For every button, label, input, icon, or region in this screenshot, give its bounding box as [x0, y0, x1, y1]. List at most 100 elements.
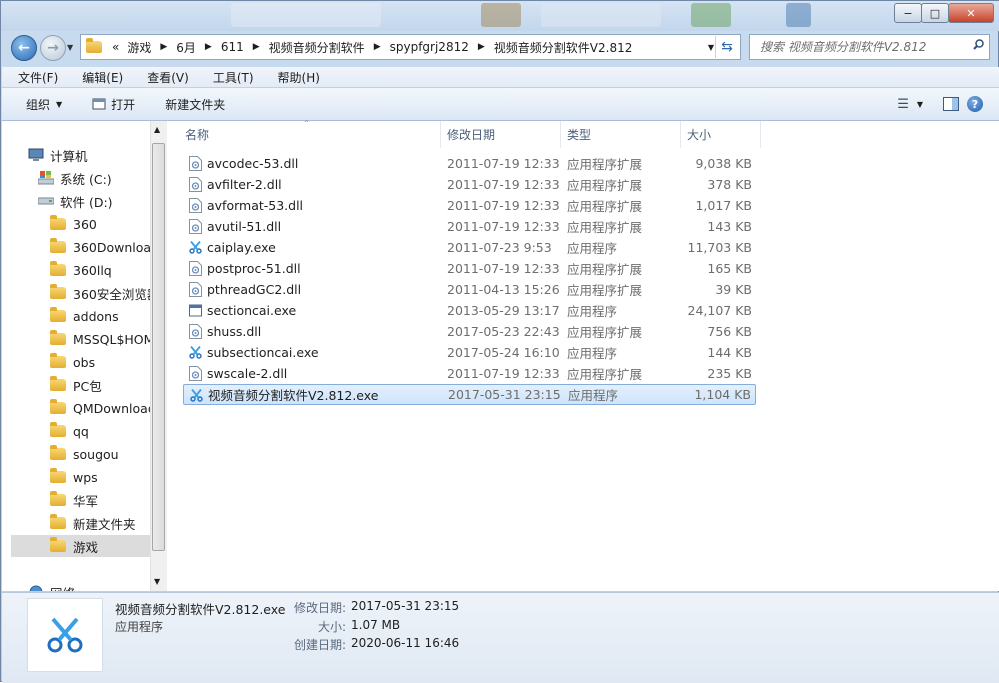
breadcrumb-item[interactable]: 视频音频分割软件: [265, 39, 369, 56]
file-row[interactable]: sectioncai.exe 2013-05-29 13:17 应用程序 24,107…: [183, 300, 756, 321]
address-history-dropdown[interactable]: ▼: [708, 43, 714, 52]
minimize-button[interactable]: −: [894, 3, 922, 23]
scissors-icon: [190, 388, 203, 402]
file-row[interactable]: avcodec-53.dll 2011-07-19 12:33 应用程序扩展 9,03…: [183, 153, 756, 174]
command-bar: 组织 ▼ 打开 新建文件夹 ☰ ▼ ?: [2, 88, 999, 121]
breadcrumb-separator-icon[interactable]: ▶: [155, 42, 172, 52]
tree-item-drive-c[interactable]: 系统 (C:): [38, 167, 112, 189]
file-modified-date: 2017-05-24 16:10: [447, 345, 560, 360]
tree-item-folder[interactable]: PC包: [50, 374, 102, 396]
breadcrumb-separator-icon[interactable]: ▶: [369, 42, 386, 52]
file-size: 235 KB: [707, 366, 752, 381]
maximize-button[interactable]: □: [921, 3, 949, 23]
file-row[interactable]: 视频音频分割软件V2.812.exe 2017-05-31 23:15 应用程序 1,…: [183, 384, 756, 405]
tree-label: 新建文件夹: [73, 516, 136, 532]
tree-item-folder[interactable]: obs: [50, 351, 95, 373]
tree-label: QMDownload: [73, 400, 156, 416]
details-modified-value: 2017-05-31 23:15: [351, 599, 460, 613]
tree-item-computer[interactable]: 计算机: [28, 144, 88, 166]
help-button[interactable]: ?: [967, 96, 983, 112]
scrollbar-thumb[interactable]: [152, 143, 165, 551]
search-icon[interactable]: [973, 39, 984, 50]
tree-item-folder[interactable]: 360安全浏览器: [50, 282, 159, 304]
scroll-up-icon[interactable]: ▲: [154, 125, 160, 134]
tree-item-folder[interactable]: 360: [50, 213, 97, 235]
chevron-down-icon: ▼: [56, 99, 63, 109]
tree-item-folder[interactable]: addons: [50, 305, 119, 327]
scroll-down-icon[interactable]: ▼: [154, 577, 160, 586]
breadcrumb-overflow[interactable]: «: [108, 40, 123, 54]
close-button[interactable]: ✕: [948, 3, 994, 23]
breadcrumb-item[interactable]: 游戏: [123, 39, 155, 56]
menu-file[interactable]: 文件(F): [2, 69, 66, 86]
open-button[interactable]: 打开: [74, 96, 147, 113]
menu-view[interactable]: 查看(V): [131, 69, 197, 86]
refresh-button[interactable]: ⇆: [715, 36, 738, 58]
file-type: 应用程序: [567, 241, 618, 256]
breadcrumb-separator-icon[interactable]: ▶: [200, 42, 217, 52]
folder-icon: [50, 422, 66, 437]
chevron-down-icon[interactable]: ▼: [917, 100, 923, 109]
folder-icon: [50, 376, 66, 391]
navigation-row: ← → ▼ « 游戏 ▶ 6月 ▶ 611 ▶ 视频音频分割软件 ▶ spypf…: [1, 31, 999, 65]
file-size: 378 KB: [707, 177, 752, 192]
tree-item-folder[interactable]: QMDownload: [50, 397, 156, 419]
file-row[interactable]: caiplay.exe 2011-07-23 9:53 应用程序 11,703 KB: [183, 237, 756, 258]
file-size: 144 KB: [707, 345, 752, 360]
dll-icon: [189, 324, 202, 339]
column-header-date[interactable]: 修改日期: [441, 121, 561, 148]
breadcrumb-separator-icon[interactable]: ▶: [473, 42, 490, 52]
preview-pane-icon[interactable]: [943, 97, 959, 111]
tree-item-folder[interactable]: 新建文件夹: [50, 512, 136, 534]
tree-item-network[interactable]: 网络: [28, 581, 75, 591]
new-folder-button[interactable]: 新建文件夹: [147, 96, 237, 113]
file-size: 165 KB: [707, 261, 752, 276]
tree-item-folder[interactable]: 360llq: [50, 259, 112, 281]
tree-item-folder[interactable]: sougou: [50, 443, 119, 465]
title-bar[interactable]: − □ ✕: [1, 1, 999, 31]
file-type: 应用程序扩展: [567, 220, 643, 235]
organize-button[interactable]: 组织 ▼: [2, 96, 74, 113]
recent-pages-dropdown[interactable]: ▼: [67, 43, 73, 52]
breadcrumb-item[interactable]: 611: [217, 40, 248, 54]
menu-edit[interactable]: 编辑(E): [66, 69, 131, 86]
file-row[interactable]: shuss.dll 2017-05-23 22:43 应用程序扩展 756 KB: [183, 321, 756, 342]
search-input[interactable]: [758, 39, 967, 55]
column-header-size[interactable]: 大小: [681, 121, 761, 148]
tree-item-folder[interactable]: MSSQL$HOM: [50, 328, 154, 350]
back-button[interactable]: ←: [11, 35, 37, 61]
folder-icon: [50, 238, 66, 253]
menu-help[interactable]: 帮助(H): [262, 69, 328, 86]
tree-item-folder[interactable]: 华军: [50, 489, 98, 511]
menu-tools[interactable]: 工具(T): [197, 69, 262, 86]
navigation-scrollbar[interactable]: ▲ ▼: [150, 121, 167, 591]
file-row[interactable]: avfilter-2.dll 2011-07-19 12:33 应用程序扩展 378 …: [183, 174, 756, 195]
tree-item-folder[interactable]: qq: [50, 420, 89, 442]
folder-icon: [50, 261, 66, 276]
column-header-type[interactable]: 类型: [561, 121, 681, 148]
breadcrumb-separator-icon[interactable]: ▶: [248, 42, 265, 52]
file-name: caiplay.exe: [207, 240, 276, 255]
tree-item-drive-d[interactable]: 软件 (D:): [38, 190, 113, 212]
tree-item-folder-selected[interactable]: 游戏: [11, 535, 151, 557]
breadcrumb-item[interactable]: 6月: [172, 39, 200, 56]
tree-item-folder[interactable]: wps: [50, 466, 98, 488]
file-row[interactable]: avformat-53.dll 2011-07-19 12:33 应用程序扩展 1,0…: [183, 195, 756, 216]
dll-icon: [189, 177, 202, 192]
column-header-label: 大小: [687, 128, 712, 142]
breadcrumb-item[interactable]: 视频音频分割软件V2.812: [490, 39, 637, 56]
column-header-name[interactable]: 名称 ⌃: [179, 119, 441, 148]
file-row[interactable]: subsectioncai.exe 2017-05-24 16:10 应用程序 144…: [183, 342, 756, 363]
view-options-icon[interactable]: ☰: [897, 97, 909, 112]
file-row[interactable]: swscale-2.dll 2011-07-19 12:33 应用程序扩展 235 K…: [183, 363, 756, 384]
forward-button[interactable]: →: [40, 35, 66, 61]
address-bar[interactable]: « 游戏 ▶ 6月 ▶ 611 ▶ 视频音频分割软件 ▶ spypfgrj281…: [80, 34, 741, 60]
file-row[interactable]: avutil-51.dll 2011-07-19 12:33 应用程序扩展 143 K…: [183, 216, 756, 237]
file-row[interactable]: pthreadGC2.dll 2011-04-13 15:26 应用程序扩展 39 K…: [183, 279, 756, 300]
tree-label: 360Download: [73, 239, 159, 255]
file-name: avfilter-2.dll: [207, 177, 282, 192]
tree-item-folder[interactable]: 360Download: [50, 236, 159, 258]
breadcrumb-item[interactable]: spypfgrj2812: [386, 40, 473, 54]
file-type: 应用程序扩展: [567, 178, 643, 193]
file-row[interactable]: postproc-51.dll 2011-07-19 12:33 应用程序扩展 165…: [183, 258, 756, 279]
